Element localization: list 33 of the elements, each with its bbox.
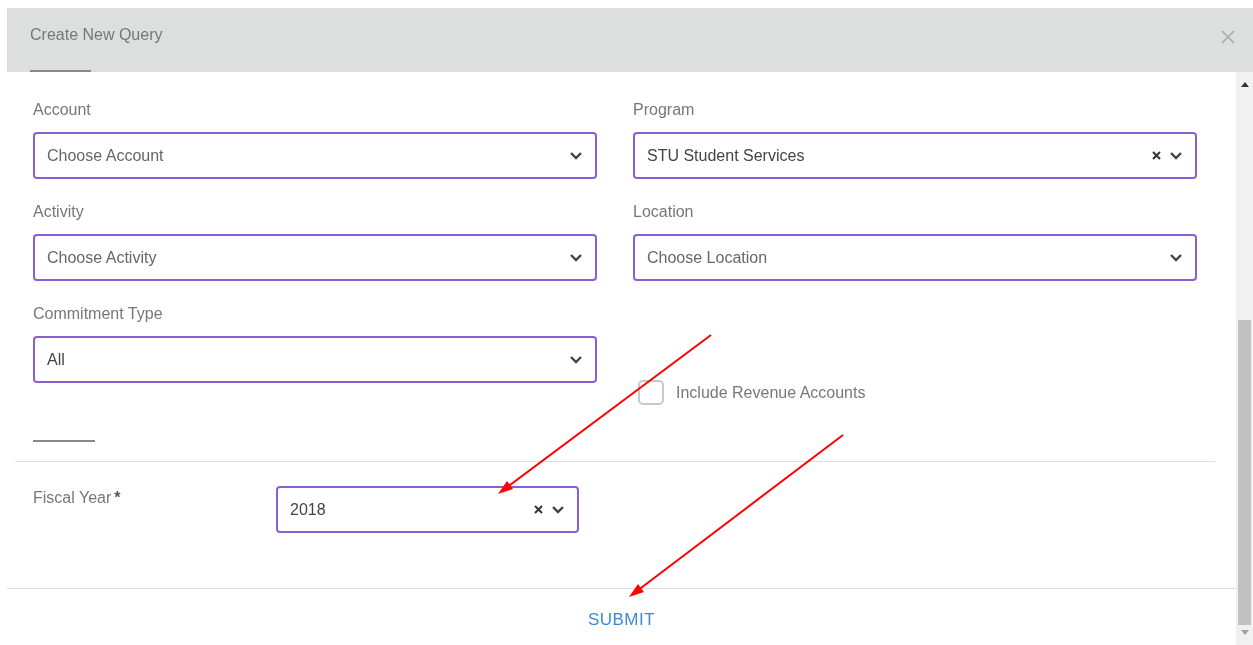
select-field[interactable]: 2018	[276, 486, 579, 533]
select-field[interactable]: All	[33, 336, 597, 383]
clear-icon[interactable]	[534, 505, 543, 514]
chevron-down-icon	[1169, 252, 1183, 263]
placeholder: Choose Location	[647, 247, 769, 268]
field-label: Location	[633, 202, 695, 222]
placeholder: Choose Account	[47, 145, 165, 166]
checkbox[interactable]	[638, 380, 664, 405]
select-field[interactable]: Choose Account	[33, 132, 597, 179]
chevron-down-icon	[569, 354, 583, 365]
field-label: Fiscal Year *	[33, 488, 122, 508]
selected-value: 2018	[290, 499, 327, 520]
checkbox-label: Include Revenue Accounts	[676, 382, 866, 403]
chevron-down-icon	[569, 150, 583, 161]
field-label: Program	[633, 100, 696, 120]
clear-icon[interactable]	[1152, 151, 1161, 160]
scroll-down-icon[interactable]	[1240, 630, 1249, 635]
selected-value: All	[47, 349, 66, 370]
chevron-down-icon	[1169, 150, 1183, 161]
submit-button[interactable]: SUBMIT	[587, 607, 656, 633]
field-label: Activity	[33, 202, 85, 222]
field-label: Commitment Type	[33, 304, 164, 324]
field-label: Account	[33, 100, 92, 120]
chevron-down-icon	[569, 252, 583, 263]
placeholder: Choose Activity	[47, 247, 158, 268]
scrollbar[interactable]	[1236, 72, 1253, 645]
select-field[interactable]: STU Student Services	[633, 132, 1197, 179]
dialog-title: Create New Query	[30, 25, 163, 45]
select-field[interactable]: Choose Location	[633, 234, 1197, 281]
scroll-up-icon[interactable]	[1240, 82, 1249, 87]
chevron-down-icon	[551, 504, 565, 515]
select-field[interactable]: Choose Activity	[33, 234, 597, 281]
selected-value: STU Student Services	[647, 145, 806, 166]
